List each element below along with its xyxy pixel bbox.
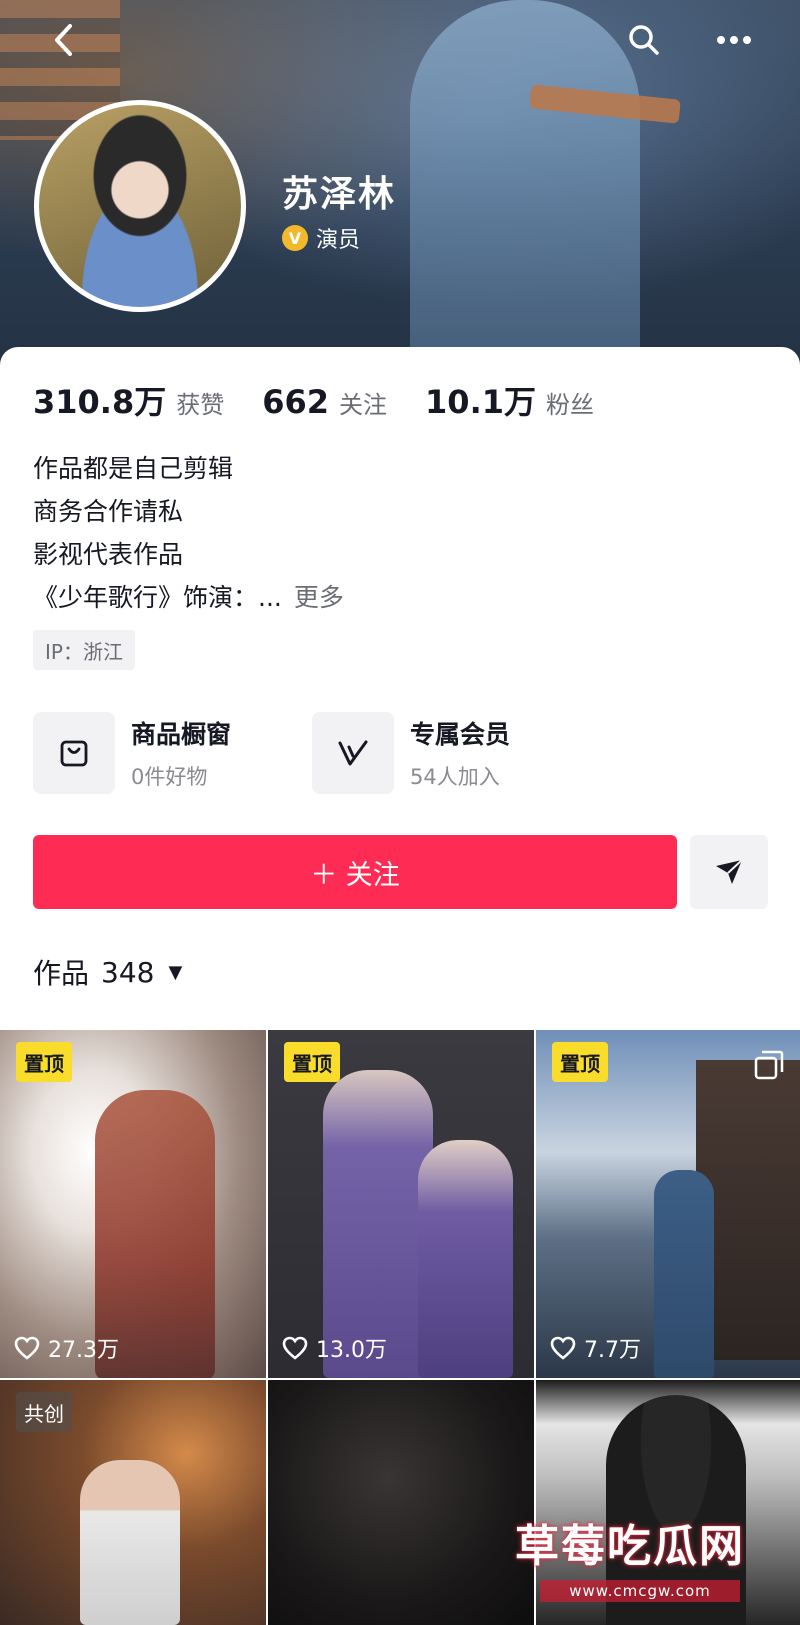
bio-more-link[interactable]: 更多 [294,583,344,612]
bio-line: 作品都是自己剪辑 [33,454,234,483]
like-count: 7.7万 [550,1332,641,1364]
chevron-left-icon [55,24,72,56]
stat-likes[interactable]: 310.8万 获赞 [33,377,224,423]
watermark-title: 草莓吃瓜网 [515,1521,745,1572]
share-button[interactable] [690,835,768,909]
watermark-url: www.cmcgw.com [540,1580,740,1602]
works-label: 作品 [33,957,90,990]
shopping-bag-icon [60,740,88,767]
member-icon-box [312,712,394,794]
thumbnail-figure [654,1170,714,1378]
stat-label: 获赞 [176,391,225,419]
member-title: 专属会员 [410,720,511,749]
like-count-value: 27.3万 [48,1338,119,1363]
like-count: 13.0万 [282,1332,387,1364]
multi-image-icon [754,1050,784,1080]
v-member-icon [338,740,368,766]
co-creation-badge: 共创 [16,1392,72,1432]
shop-title: 商品橱窗 [131,720,232,749]
bio-line-last: 《少年歌行》饰演：... 更多 [33,576,344,619]
works-count: 348 [101,955,155,989]
back-button[interactable] [42,18,86,62]
shop-icon-box [33,712,115,794]
stat-label: 粉丝 [546,391,594,419]
bio: 作品都是自己剪辑 商务合作请私 影视代表作品 《少年歌行》饰演：... 更多 [33,447,344,619]
heart-icon [550,1336,576,1360]
stats-row: 310.8万 获赞 662 关注 10.1万 粉丝 [33,377,632,423]
caret-down-icon: ▼ [168,961,183,983]
like-count: 27.3万 [14,1332,119,1364]
heart-icon [14,1336,40,1360]
shop-window-entry[interactable]: 商品橱窗 0件好物 [33,712,231,794]
like-count-value: 7.7万 [584,1338,641,1363]
heart-icon [282,1336,308,1360]
stat-value: 662 [262,383,330,421]
pinned-badge: 置顶 [16,1042,72,1082]
verified-badge-icon: V [282,225,308,251]
more-options-button[interactable] [712,18,756,62]
stat-followers[interactable]: 10.1万 粉丝 [425,377,594,423]
video-tile[interactable]: 置顶 13.0万 [268,1030,534,1378]
video-tile[interactable] [268,1380,534,1625]
thumbnail-figure [80,1460,180,1625]
video-tile[interactable]: 置顶 27.3万 [0,1030,266,1378]
follow-button[interactable]: ＋ 关注 [33,835,677,909]
membership-entry[interactable]: 专属会员 54人加入 [312,712,510,794]
ip-location-tag: IP：浙江 [33,630,135,670]
banner-background-figure [410,0,640,365]
search-button[interactable] [622,18,666,62]
paper-plane-icon [716,859,743,884]
profile-banner: 苏泽林 V 演员 [0,0,800,365]
bio-line: 商务合作请私 [33,497,184,526]
profile-name: 苏泽林 [282,174,397,215]
bio-line: 影视代表作品 [33,540,184,569]
stat-label: 关注 [339,391,388,419]
stat-value: 310.8万 [33,383,167,421]
pinned-badge: 置顶 [552,1042,608,1082]
pinned-badge: 置顶 [284,1042,340,1082]
search-icon [629,25,659,55]
member-subtitle: 54人加入 [410,765,500,789]
stat-value: 10.1万 [425,383,536,421]
video-tile[interactable]: 共创 [0,1380,266,1625]
works-tab[interactable]: 作品 348 ▼ [33,952,182,992]
like-count-value: 13.0万 [316,1338,387,1363]
avatar[interactable] [34,100,246,312]
shop-subtitle: 0件好物 [131,765,208,789]
role-label: 演员 [316,228,361,253]
more-dots-icon [717,36,751,44]
stat-following[interactable]: 662 关注 [262,383,387,421]
verified-role: V 演员 [282,222,360,254]
bio-line: 《少年歌行》饰演：... [33,583,282,612]
video-tile[interactable]: 置顶 7.7万 [536,1030,800,1378]
profile-card: 310.8万 获赞 662 关注 10.1万 粉丝 作品都是自己剪辑 商务合作请… [0,347,800,1030]
thumbnail-figure [418,1140,513,1378]
